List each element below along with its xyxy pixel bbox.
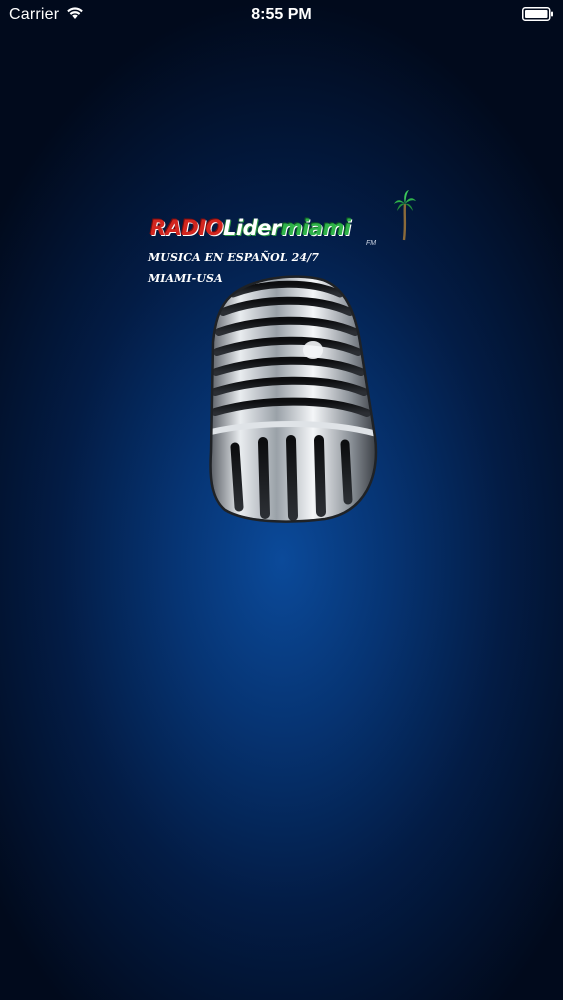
logo-lider-text: Lider	[223, 216, 281, 240]
logo-miami-text: miami	[280, 216, 351, 240]
logo-wordmark: RADIOLidermiami	[150, 216, 351, 240]
microphone-icon	[209, 275, 378, 523]
tagline-line-1: MUSICA EN ESPAÑOL 24/7	[148, 251, 319, 264]
logo-radio-text: RADIO	[150, 216, 224, 240]
splash-screen: RADIOLidermiami FM MUSICA EN ESPAÑOL 24/…	[0, 0, 563, 1000]
logo-fm-suffix: FM	[366, 240, 377, 247]
palm-tree-icon	[394, 190, 416, 241]
station-logo: RADIOLidermiami FM	[146, 190, 421, 280]
